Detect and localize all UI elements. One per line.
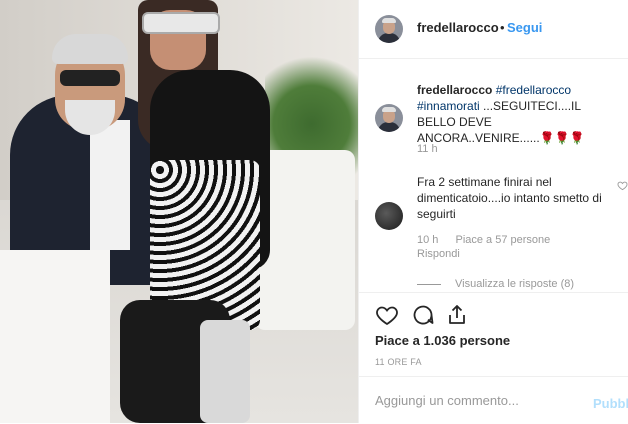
avatar-hair-shape: [382, 107, 396, 112]
publish-button[interactable]: Pubblica: [593, 396, 628, 411]
photo-chair: [255, 150, 355, 330]
photo-table: [0, 250, 110, 423]
view-replies-button[interactable]: Visualizza le risposte (8): [417, 278, 574, 290]
author-username[interactable]: fredellarocco: [417, 20, 499, 35]
comment-like-icon[interactable]: [617, 180, 628, 194]
comment-meta: 10 h Piace a 57 persone: [417, 234, 564, 246]
separator-dot: •: [500, 20, 505, 35]
photo-man-shirt: [90, 120, 130, 250]
post-caption: fredellarocco #fredellarocco #innamorati…: [417, 82, 617, 146]
commenter-avatar[interactable]: [375, 202, 403, 230]
like-icon[interactable]: [375, 303, 399, 327]
post-actions-bar: [359, 292, 628, 339]
hashtag-link[interactable]: #fredellarocco: [496, 83, 571, 97]
reply-button[interactable]: Rispondi: [417, 248, 460, 260]
caption-username[interactable]: fredellarocco: [417, 83, 492, 97]
hashtag-link[interactable]: #innamorati: [417, 99, 480, 113]
comment-text: Fra 2 settimane finirai nel dimenticatoi…: [417, 175, 602, 221]
photo-boots: [200, 320, 250, 423]
photo-man-sunglasses: [60, 70, 120, 86]
post-timestamp[interactable]: 11 ORE FA: [375, 357, 422, 367]
likes-count[interactable]: Piace a 1.036 persone: [375, 333, 510, 348]
view-replies-label: Visualizza le risposte (8): [455, 278, 575, 290]
replies-dash: [417, 283, 441, 285]
post-side-panel: fredellarocco • Segui fredellarocco #fre…: [358, 0, 628, 423]
comment-likes[interactable]: Piace a 57 persone: [455, 234, 550, 246]
follow-button[interactable]: Segui: [507, 20, 542, 35]
photo-man-hair: [52, 34, 128, 64]
comment-timestamp[interactable]: 10 h: [417, 234, 438, 246]
post-photo[interactable]: [0, 0, 358, 423]
author-avatar[interactable]: [375, 15, 403, 43]
comment-icon[interactable]: [411, 303, 435, 327]
avatar-body-shape: [378, 122, 400, 132]
add-comment-input[interactable]: [375, 393, 575, 408]
avatar-hair-shape: [382, 18, 396, 23]
share-icon[interactable]: [445, 303, 469, 327]
avatar-body-shape: [378, 33, 400, 43]
caption-timestamp[interactable]: 11 h: [417, 143, 438, 155]
photo-woman-sunglasses: [142, 12, 220, 34]
add-comment-section: Pubblica: [359, 376, 628, 424]
post-header: fredellarocco • Segui: [359, 0, 628, 59]
caption-avatar[interactable]: [375, 104, 403, 132]
